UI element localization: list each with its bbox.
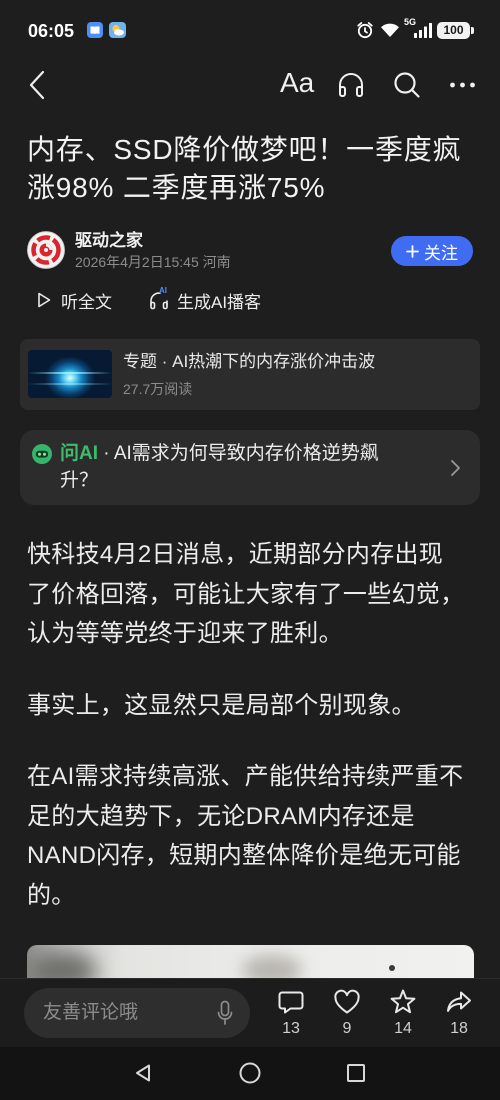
paragraph-line: 认为等等党终于迎来了胜利。 — [27, 620, 343, 647]
comment-count: 13 — [282, 1020, 300, 1037]
paragraph-line: 的。 — [27, 881, 76, 909]
status-bar: 06:05 5G 100 — [0, 0, 500, 55]
thumbnail-light-streak — [28, 372, 112, 374]
headphones-icon[interactable] — [337, 71, 365, 98]
ask-ai-question-line: 升？ — [60, 470, 99, 491]
ai-podcast-button[interactable]: AI 生成AI播客 — [149, 286, 262, 312]
paragraph-line: 了价格回落，可能让大家有了一些幻觉， — [27, 580, 465, 608]
play-icon — [37, 292, 51, 308]
thumbnail-light-streak — [28, 383, 112, 385]
alarm-icon — [356, 21, 374, 39]
plus-icon — [406, 244, 419, 258]
more-icon[interactable] — [449, 81, 476, 89]
ask-ai-card[interactable]: 问AI · AI需求为何导致内存价格逆势飙 升？ — [20, 430, 480, 505]
ai-podcast-icon: AI — [149, 286, 169, 310]
podcast-label: 生成AI播客 — [177, 292, 262, 312]
weather-app-icon — [109, 22, 126, 38]
battery-cap — [471, 27, 474, 34]
article-body: 快科技4月2日消息，近期部分内存出现 了价格回落，可能让大家有了一些幻觉， 认为… — [27, 535, 473, 947]
article-title-line: 内存、SSD降价做梦吧！一季度疯 — [27, 134, 462, 165]
ai-badge: AI — [159, 286, 167, 295]
paragraph: 事实上，这显然只是局部个别现象。 — [27, 686, 473, 726]
follow-label: 关注 — [424, 243, 458, 263]
book-app-icon — [87, 22, 103, 38]
paragraph-line: 快科技4月2日消息，近期部分内存出现 — [27, 541, 444, 568]
nav-recents-icon[interactable] — [346, 1063, 366, 1083]
ask-ai-question-line: 问AI · AI需求为何导致内存价格逆势飙 — [60, 441, 379, 467]
system-nav-bar — [0, 1047, 500, 1100]
topic-thumbnail — [28, 350, 112, 398]
status-time: 06:05 — [28, 21, 75, 41]
listen-label: 听全文 — [61, 292, 112, 312]
like-button[interactable]: 9 — [325, 988, 369, 1044]
wifi-icon — [380, 22, 400, 38]
publish-meta: 2026年4月2日15:45 河南 — [75, 254, 231, 270]
share-count: 18 — [450, 1020, 468, 1037]
topic-read-count: 27.7万阅读 — [123, 381, 193, 397]
topic-title: 专题 · AI热潮下的内存涨价冲击波 — [123, 352, 376, 371]
bottom-bar: 友善评论哦 13 9 14 18 — [0, 978, 500, 1048]
comment-placeholder: 友善评论哦 — [43, 1002, 139, 1023]
nav-home-icon[interactable] — [239, 1062, 261, 1084]
author-name[interactable]: 驱动之家 — [75, 229, 143, 253]
heart-icon — [325, 988, 369, 1016]
chevron-right-icon — [450, 459, 461, 477]
star-icon — [381, 988, 425, 1016]
font-size-button[interactable]: Aa — [280, 65, 314, 101]
author-avatar[interactable] — [27, 231, 65, 269]
ask-ai-brand: 问AI — [60, 443, 99, 464]
comment-input[interactable]: 友善评论哦 — [24, 988, 250, 1038]
favorite-count: 14 — [394, 1020, 412, 1037]
share-icon — [437, 988, 481, 1016]
share-button[interactable]: 18 — [437, 988, 481, 1044]
search-icon[interactable] — [393, 71, 421, 99]
article-title-line: 涨98% 二季度再涨75% — [27, 172, 326, 203]
ask-ai-question: · AI需求为何导致内存价格逆势飙 — [98, 443, 379, 464]
comment-button[interactable]: 13 — [269, 988, 313, 1044]
signal-icon — [413, 22, 433, 38]
paragraph-line: NAND闪存，短期内整体降价是绝无可能 — [27, 842, 461, 869]
paragraph: 快科技4月2日消息，近期部分内存出现 了价格回落，可能让大家有了一些幻觉， 认为… — [27, 535, 473, 654]
listen-button[interactable]: 听全文 — [37, 288, 112, 312]
favorite-button[interactable]: 14 — [381, 988, 425, 1044]
battery-icon: 100 — [437, 22, 470, 39]
image-shape — [389, 965, 395, 971]
paragraph-line: 事实上，这显然只是局部个别现象。 — [27, 691, 416, 719]
article-title: 内存、SSD降价做梦吧！一季度疯 涨98% 二季度再涨75% — [27, 131, 473, 207]
comment-icon — [269, 988, 313, 1016]
paragraph-line: 在AI需求持续高涨、产能供给持续严重不 — [27, 763, 464, 790]
paragraph: 在AI需求持续高涨、产能供给持续严重不 足的大趋势下，无论DRAM内存还是 NA… — [27, 757, 473, 915]
microphone-icon[interactable] — [217, 1000, 233, 1026]
top-toolbar: Aa — [0, 55, 500, 113]
like-count: 9 — [342, 1020, 352, 1037]
topic-card[interactable]: 专题 · AI热潮下的内存涨价冲击波 27.7万阅读 — [20, 339, 480, 410]
follow-button[interactable]: 关注 — [391, 236, 473, 266]
ask-ai-icon — [32, 444, 52, 464]
paragraph-line: 足的大趋势下，无论DRAM内存还是 — [27, 802, 415, 830]
back-icon[interactable] — [28, 70, 46, 100]
nav-back-icon[interactable] — [133, 1063, 153, 1083]
